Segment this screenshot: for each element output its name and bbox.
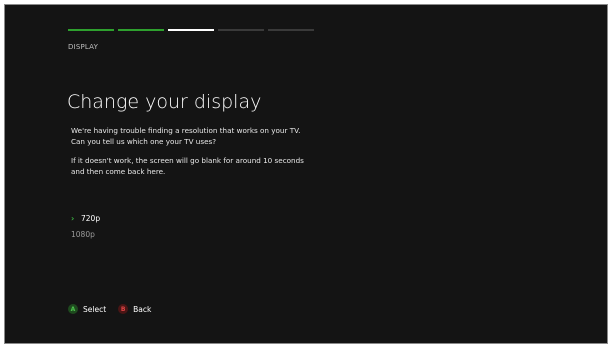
resolution-options: › 720p 1080p bbox=[71, 211, 100, 243]
warning-line: and then come back here. bbox=[71, 167, 166, 176]
controller-hints: A Select B Back bbox=[68, 304, 163, 314]
setup-screen: DISPLAY Change your display We're having… bbox=[4, 4, 608, 344]
chevron-right-icon: › bbox=[71, 214, 75, 223]
select-label: Select bbox=[83, 304, 107, 314]
b-button-icon: B bbox=[118, 304, 129, 314]
progress-step-3 bbox=[168, 29, 214, 31]
a-button-icon: A bbox=[68, 304, 78, 314]
option-label: 720p bbox=[81, 214, 101, 223]
section-label: DISPLAY bbox=[68, 43, 99, 51]
option-720p[interactable]: › 720p bbox=[71, 211, 100, 227]
option-label: 1080p bbox=[71, 230, 95, 239]
progress-step-1 bbox=[68, 29, 114, 31]
select-hint[interactable]: A Select bbox=[68, 304, 106, 314]
description-line: We're having trouble finding a resolutio… bbox=[71, 126, 301, 135]
page-title: Change your display bbox=[67, 91, 262, 113]
option-1080p[interactable]: 1080p bbox=[71, 227, 100, 243]
setup-progress-bar bbox=[68, 29, 314, 31]
warning-paragraph: If it doesn't work, the screen will go b… bbox=[71, 155, 331, 177]
progress-step-5 bbox=[268, 29, 314, 31]
progress-step-4 bbox=[218, 29, 264, 31]
back-hint[interactable]: B Back bbox=[118, 304, 151, 314]
warning-line: If it doesn't work, the screen will go b… bbox=[71, 156, 304, 165]
back-label: Back bbox=[133, 304, 152, 314]
description-line: Can you tell us which one your TV uses? bbox=[71, 137, 217, 146]
progress-step-2 bbox=[118, 29, 164, 31]
description-paragraph: We're having trouble finding a resolutio… bbox=[71, 125, 331, 147]
